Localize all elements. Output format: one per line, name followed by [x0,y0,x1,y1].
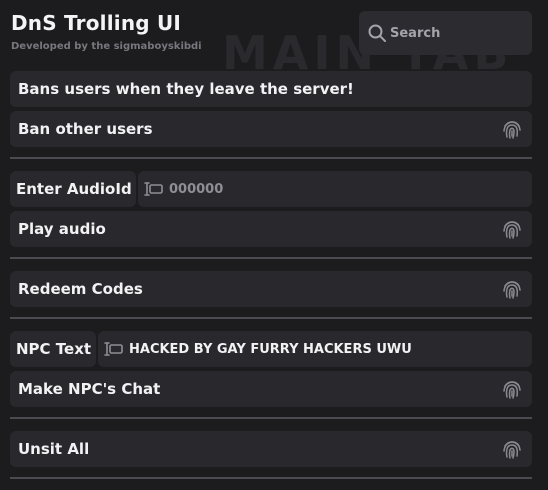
make-npc-chat-label: Make NPC's Chat [18,380,161,398]
text-input-icon [144,182,163,196]
window-title: DnS Trolling UI [11,11,182,35]
section-divider [10,317,532,319]
npc-text-row: NPC Text [10,331,532,367]
search-input[interactable] [390,11,526,55]
bans-info-row: Bans users when they leave the server! [10,71,532,107]
fingerprint-icon [503,121,521,139]
fingerprint-icon [503,381,521,399]
bans-info-label: Bans users when they leave the server! [18,80,354,98]
section-divider [10,477,532,479]
unsit-all-label: Unsit All [18,440,90,458]
npc-text-label: NPC Text [10,331,96,367]
audio-id-label: Enter AudioId [10,171,136,207]
fingerprint-icon [503,221,521,239]
section-divider [10,157,532,159]
section-divider [10,257,532,259]
audio-id-row: Enter AudioId [10,171,532,207]
search-box[interactable] [359,11,532,55]
text-input-icon [104,342,123,356]
search-icon [368,24,386,42]
audio-id-field[interactable] [138,171,532,207]
fingerprint-icon [503,441,521,459]
header: MAIN TAB DnS Trolling UI Developed by th… [0,0,548,76]
ban-other-users-label: Ban other users [18,120,153,138]
play-audio-label: Play audio [18,220,106,238]
ban-other-users-button[interactable]: Ban other users [10,111,532,147]
redeem-codes-label: Redeem Codes [18,280,143,298]
npc-text-input[interactable] [129,331,526,367]
unsit-all-button[interactable]: Unsit All [10,431,532,467]
npc-text-field[interactable] [98,331,532,367]
fingerprint-icon [503,281,521,299]
section-divider [10,417,532,419]
audio-id-input[interactable] [169,171,526,207]
redeem-codes-button[interactable]: Redeem Codes [10,271,532,307]
play-audio-button[interactable]: Play audio [10,211,532,247]
window-subtitle: Developed by the sigmaboyskibdi [11,41,202,52]
make-npc-chat-button[interactable]: Make NPC's Chat [10,371,532,407]
